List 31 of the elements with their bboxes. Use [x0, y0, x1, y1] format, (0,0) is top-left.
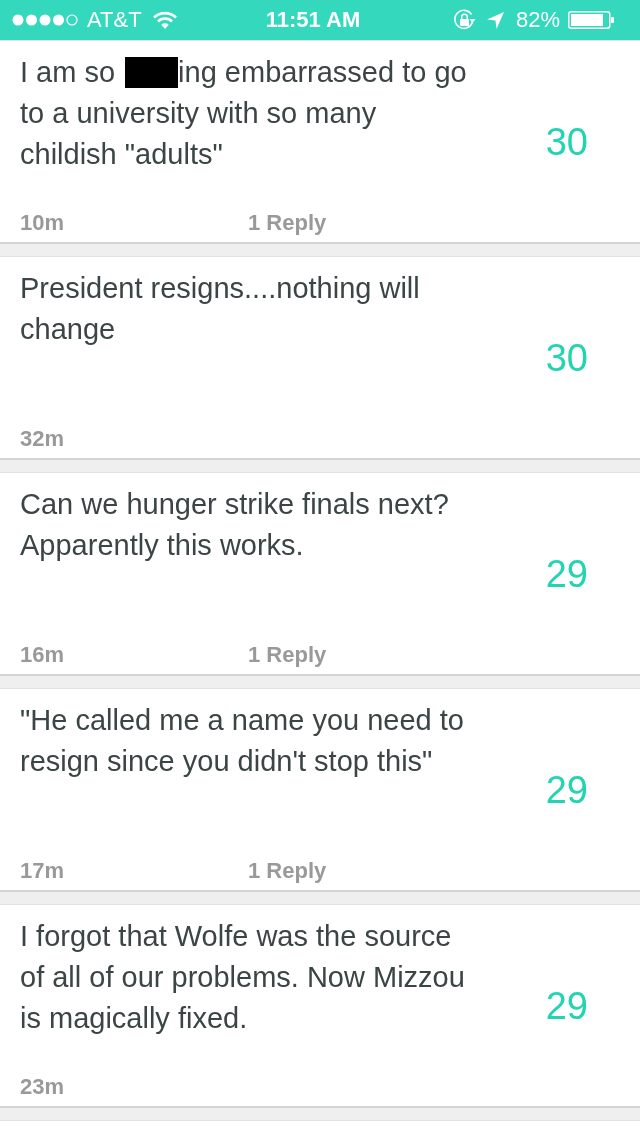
post-text: I forgot that Wolfe was the source of all of our problems. Now Mizzou is magically fixed.	[20, 920, 465, 1034]
vote-score: 30	[545, 335, 588, 380]
post-card[interactable]: President resigns....nothing will change 32m 30	[0, 256, 640, 460]
signal-strength-icon	[12, 14, 78, 26]
post-age: 23m	[20, 1074, 65, 1100]
vote-score: 29	[545, 767, 588, 812]
battery-percentage: 82%	[515, 7, 560, 33]
post-card[interactable]: I forgot that Wolfe was the source of all of our problems. Now Mizzou is magically fixed. 23m 29	[0, 904, 640, 1108]
vote-score: 29	[545, 551, 588, 596]
status-time: 11:51 AM	[265, 7, 361, 33]
post-age: 16m	[20, 642, 65, 668]
battery-icon	[568, 11, 614, 29]
post-age: 10m	[20, 210, 65, 236]
post-age: 17m	[20, 858, 65, 884]
post-text: "He called me a name you need to resign since you didn't stop this"	[20, 704, 464, 777]
wifi-icon	[152, 11, 177, 29]
location-arrow-icon	[486, 11, 504, 29]
post-text: to a university with so many childish "adults"	[20, 97, 377, 170]
post-text: Can we hunger strike finals next? Apparently this works.	[20, 488, 449, 561]
post-text: ing embarrassed to go	[178, 56, 467, 88]
carrier-name: AT&T	[87, 7, 142, 33]
redaction-bar	[125, 57, 179, 88]
rotation-lock-icon	[452, 9, 476, 31]
post-card[interactable]: I am so ing embarrassed to go to a university with so many childish "adults" 10m 1 Reply 30	[0, 40, 640, 244]
post-age: 32m	[20, 426, 65, 452]
post-text: President resigns....nothing will change	[20, 272, 420, 345]
vote-score: 30	[545, 119, 588, 164]
post-card[interactable]: "He called me a name you need to resign since you didn't stop this" 17m 1 Reply 29	[0, 688, 640, 892]
vote-score: 29	[545, 983, 588, 1028]
post-card[interactable]: Can we hunger strike finals next? Apparently this works. 16m 1 Reply 29	[0, 472, 640, 676]
post-text: I am so	[20, 56, 116, 88]
